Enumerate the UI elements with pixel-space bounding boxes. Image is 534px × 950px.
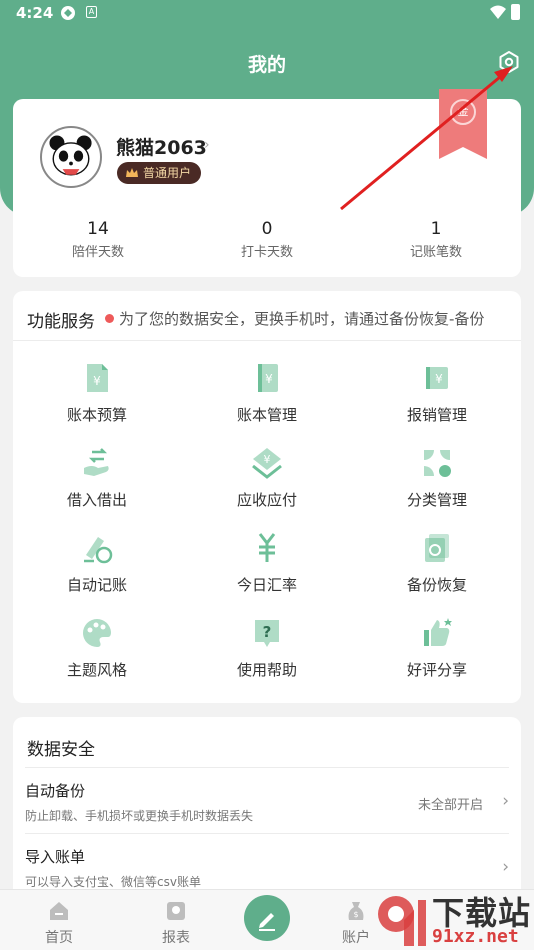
notice-dot [105,314,114,323]
help-icon: ? [255,620,279,647]
watermark: 下载站 91xz.net [370,888,534,950]
avatar[interactable] [40,126,102,188]
auto-backup-row[interactable]: 自动备份 防止卸载、手机损坏或更换手机时数据丢失 未全部开启 › [25,767,509,833]
service-label: 自动记账 [66,576,127,594]
services-header: 功能服务 为了您的数据安全，更换手机时，请通过备份恢复-备份 [13,291,521,341]
row-value: 未全部开启 [417,798,483,813]
notice-marquee[interactable]: 为了您的数据安全，更换手机时，请通过备份恢复-备份 [119,308,484,329]
wifi-icon [490,5,506,19]
service-label: 分类管理 [406,491,467,509]
svg-text:¥: ¥ [265,372,273,386]
category-icon [424,450,451,477]
panda-avatar-icon [49,135,92,176]
row-title: 导入账单 [25,848,86,866]
watermark-logo-icon [378,896,426,946]
svg-text:¥: ¥ [93,374,101,388]
stat-value: 1 [430,219,442,239]
settings-icon[interactable] [497,50,521,74]
medal-ribbon[interactable]: 金 [439,89,487,159]
service-budget[interactable]: ¥ 账本预算 [13,361,181,445]
security-card: 数据安全 自动备份 防止卸载、手机损坏或更换手机时数据丢失 未全部开启 › 导入… [13,717,521,917]
row-subtitle: 防止卸载、手机损坏或更换手机时数据丢失 [25,809,254,823]
svg-text:$: $ [353,910,358,919]
row-title: 自动备份 [25,782,86,800]
tab-home[interactable]: 首页 [9,890,109,950]
service-label: 主题风格 [66,661,127,679]
auto-record-icon [84,537,113,564]
svg-text:?: ? [263,623,272,641]
service-theme[interactable]: 主题风格 [13,616,181,700]
membership-badge[interactable]: 普通用户 [117,162,202,184]
svg-text:¥: ¥ [264,453,271,466]
service-label: 借入借出 [66,491,127,509]
network-status-icon [61,6,75,20]
stat-companion-days: 14 陪伴天数 [28,219,168,260]
service-label: 账本管理 [236,406,297,424]
stat-value: 0 [261,219,273,239]
service-label: 应收应付 [236,491,297,509]
service-label: 好评分享 [406,661,467,679]
service-ledger[interactable]: ¥ 账本管理 [183,361,351,445]
thumbs-up-icon [424,618,452,646]
reimburse-icon: ¥ [426,367,448,389]
services-title: 功能服务 [27,312,95,332]
stat-label: 记账笔数 [409,245,462,260]
stat-record-count: 1 记账笔数 [366,219,506,260]
borrow-icon [84,448,109,476]
notification-a-icon: A [86,6,97,18]
service-label: 账本预算 [66,406,127,424]
service-label: 使用帮助 [236,661,297,679]
battery-icon [511,4,520,20]
ledger-icon: ¥ [258,364,278,392]
add-record-button[interactable] [244,895,290,941]
service-borrow[interactable]: 借入借出 [13,446,181,530]
page-title: 我的 [247,54,286,76]
watermark-domain: 91xz.net [432,926,519,947]
services-card: 功能服务 为了您的数据安全，更换手机时，请通过备份恢复-备份 ¥ 账本预算 ¥ … [13,291,521,703]
crown-icon [126,168,138,177]
tab-label: 首页 [45,930,73,946]
service-backup[interactable]: 备份恢复 [353,531,521,615]
medal-icon: 金 [450,99,476,125]
palette-icon [83,618,111,647]
money-bag-icon: $ [348,902,364,920]
stat-checkin-days: 0 打卡天数 [197,219,337,260]
stat-label: 打卡天数 [240,245,293,260]
service-help[interactable]: ? 使用帮助 [183,616,351,700]
stat-label: 陪伴天数 [71,245,124,260]
exchange-rate-icon [258,533,276,562]
report-icon [167,902,185,920]
tab-label: 报表 [162,930,190,946]
service-reimburse[interactable]: ¥ 报销管理 [353,361,521,445]
service-auto-record[interactable]: 自动记账 [13,531,181,615]
membership-badge-label: 普通用户 [143,166,192,180]
status-time: 4:24 [16,4,54,22]
chevron-right-icon: › [502,791,509,811]
budget-icon: ¥ [87,364,108,392]
receivable-icon: ¥ [252,448,282,479]
service-label: 备份恢复 [406,576,467,594]
tab-report[interactable]: 报表 [126,890,226,950]
home-icon [50,902,68,920]
status-bar: 4:24 A [0,0,534,28]
service-receivable[interactable]: ¥ 应收应付 [183,446,351,530]
pen-icon [259,913,275,931]
service-label: 今日汇率 [236,576,297,594]
service-label: 报销管理 [406,406,467,424]
profile-chevron-icon[interactable]: › [204,137,210,153]
security-title: 数据安全 [27,740,95,760]
service-category[interactable]: 分类管理 [353,446,521,530]
stat-value: 14 [87,219,109,239]
backup-icon [425,534,449,562]
row-subtitle: 可以导入支付宝、微信等csv账单 [25,875,201,889]
service-exchange-rate[interactable]: 今日汇率 [183,531,351,615]
chevron-right-icon: › [502,857,509,877]
username[interactable]: 熊猫2063 [116,133,207,160]
profile-card: 熊猫2063 › 普通用户 金 14 陪伴天数 0 打卡天数 1 记账笔数 [13,89,521,277]
svg-text:¥: ¥ [435,372,443,386]
service-share[interactable]: 好评分享 [353,616,521,700]
